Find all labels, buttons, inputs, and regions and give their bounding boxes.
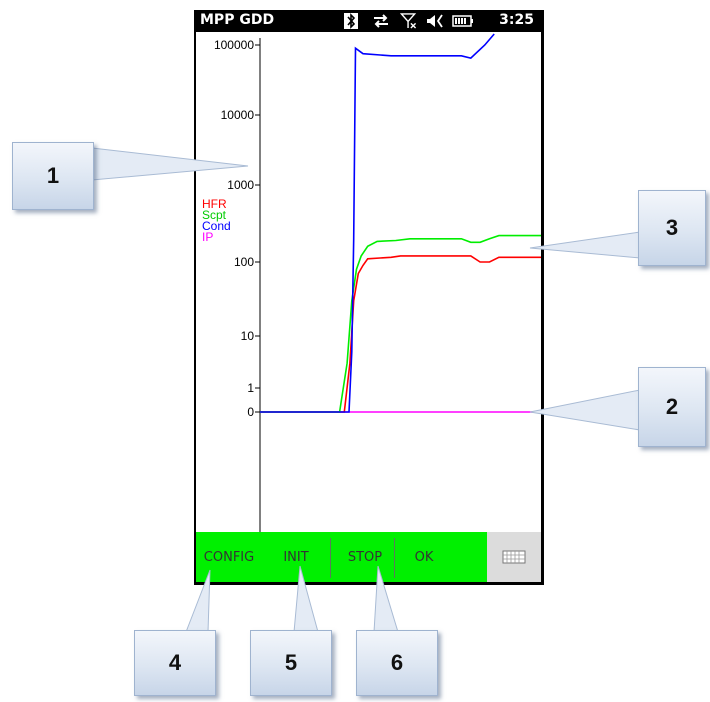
y-tick-label: 100 <box>234 255 254 269</box>
ok-button[interactable]: OK <box>404 532 444 582</box>
bluetooth-icon <box>344 13 358 29</box>
chart-legend: HFR Scpt Cond IP <box>202 198 231 244</box>
volume-icon <box>427 14 443 28</box>
series-line-hfr <box>260 255 541 413</box>
plot-area: 100000 10000 1000 100 10 1 0 HFR Scpt Cond IP <box>196 32 541 532</box>
y-tick-label: 0 <box>247 405 254 419</box>
y-tick-label: 100000 <box>214 38 254 52</box>
config-button[interactable]: CONFIG <box>196 532 262 582</box>
stop-button[interactable]: STOP <box>340 532 390 582</box>
callout-4: 4 <box>134 630 216 696</box>
callout-5: 5 <box>250 630 332 696</box>
toolbar-divider <box>394 538 395 578</box>
series-line-scpt <box>260 234 541 413</box>
signal-off-icon <box>400 13 417 29</box>
y-tick-label: 10 <box>241 329 255 343</box>
callout-pointer-3 <box>529 231 641 259</box>
command-bar: CONFIG INIT STOP OK <box>196 532 541 582</box>
device-screen: MPP GDD 3:25 100000 10000 1000 100 10 1 0 HFR … <box>194 10 544 585</box>
y-tick-label: 1000 <box>227 178 254 192</box>
init-button[interactable]: INIT <box>272 532 320 582</box>
series-line-cond <box>260 33 495 413</box>
status-bar: MPP GDD 3:25 <box>194 10 544 32</box>
callout-pointer-2 <box>529 389 641 431</box>
chart: 1000001000010001001010 <box>214 33 541 532</box>
y-tick-label: 1 <box>247 381 254 395</box>
callout-2: 2 <box>638 367 706 447</box>
battery-icon <box>452 15 473 27</box>
sync-icon <box>374 14 388 28</box>
keyboard-icon <box>502 550 526 564</box>
legend-ip: IP <box>202 230 214 244</box>
clock: 3:25 <box>499 12 534 28</box>
callout-3: 3 <box>638 190 706 266</box>
callout-1: 1 <box>12 142 94 210</box>
app-title: MPP GDD <box>200 12 275 28</box>
callout-6: 6 <box>356 630 438 696</box>
keyboard-button[interactable] <box>487 532 541 582</box>
y-tick-label: 10000 <box>221 108 255 122</box>
toolbar-divider <box>330 538 331 578</box>
